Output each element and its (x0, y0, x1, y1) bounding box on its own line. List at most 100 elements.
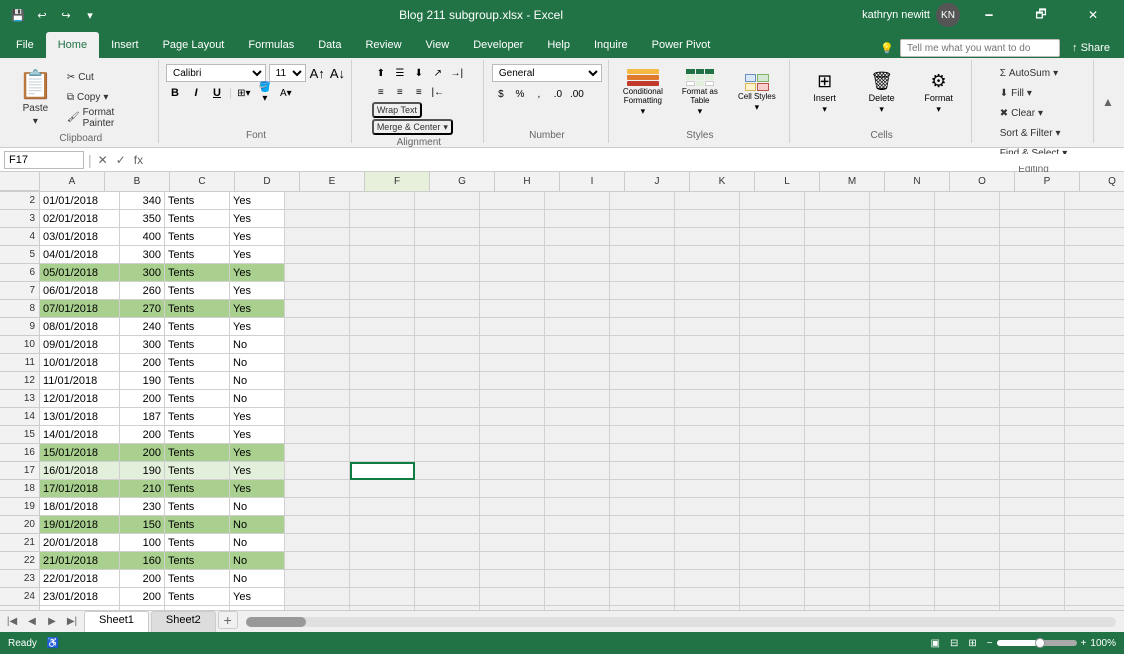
cell-f[interactable] (350, 462, 415, 480)
col-header-d[interactable]: D (235, 172, 300, 191)
format-btn[interactable]: ⚙ Format ▾ (912, 64, 966, 122)
cell-e[interactable] (285, 318, 350, 336)
cell-e[interactable] (285, 570, 350, 588)
cell-j[interactable] (610, 210, 675, 228)
cell-q[interactable] (1065, 264, 1124, 282)
close-button[interactable]: ✕ (1070, 0, 1116, 30)
col-header-e[interactable]: E (300, 172, 365, 191)
cell-j[interactable] (610, 192, 675, 210)
cell-a[interactable]: 19/01/2018 (40, 516, 120, 534)
cell-j[interactable] (610, 228, 675, 246)
cell-n[interactable] (870, 282, 935, 300)
cell-n[interactable] (870, 498, 935, 516)
cell-l[interactable] (740, 426, 805, 444)
row-number[interactable]: 2 (0, 192, 40, 210)
cell-h[interactable] (480, 192, 545, 210)
cell-o[interactable] (935, 552, 1000, 570)
cell-o[interactable] (935, 300, 1000, 318)
cell-k[interactable] (675, 264, 740, 282)
cell-i[interactable] (545, 588, 610, 606)
cell-e[interactable] (285, 588, 350, 606)
col-header-c[interactable]: C (170, 172, 235, 191)
cell-q[interactable] (1065, 462, 1124, 480)
row-number[interactable]: 22 (0, 552, 40, 570)
cell-a[interactable]: 20/01/2018 (40, 534, 120, 552)
cell-h[interactable] (480, 444, 545, 462)
cell-d[interactable]: Yes (230, 408, 285, 426)
page-break-view-btn[interactable]: ⊞ (968, 638, 976, 649)
cell-m[interactable] (805, 336, 870, 354)
row-number[interactable]: 14 (0, 408, 40, 426)
cell-m[interactable] (805, 192, 870, 210)
tab-power-pivot[interactable]: Power Pivot (640, 32, 723, 58)
cell-m[interactable] (805, 426, 870, 444)
cell-p[interactable] (1000, 462, 1065, 480)
cell-j[interactable] (610, 282, 675, 300)
conditional-formatting-btn[interactable]: Conditional Formatting ▾ (616, 64, 670, 122)
row-number[interactable]: 18 (0, 480, 40, 498)
decrease-decimal-btn[interactable]: .00 (568, 85, 586, 103)
cell-l[interactable] (740, 408, 805, 426)
cell-g[interactable] (415, 372, 480, 390)
cell-i[interactable] (545, 372, 610, 390)
cell-p[interactable] (1000, 318, 1065, 336)
col-header-o[interactable]: O (950, 172, 1015, 191)
cell-l[interactable] (740, 192, 805, 210)
row-number[interactable]: 25 (0, 606, 40, 610)
cell-h[interactable] (480, 462, 545, 480)
cell-f[interactable] (350, 426, 415, 444)
cell-b[interactable]: 300 (120, 246, 165, 264)
cell-c[interactable]: Tents (165, 444, 230, 462)
cell-l[interactable] (740, 462, 805, 480)
cell-b[interactable]: 300 (120, 336, 165, 354)
cell-a[interactable]: 13/01/2018 (40, 408, 120, 426)
tab-review[interactable]: Review (353, 32, 413, 58)
cell-j[interactable] (610, 426, 675, 444)
cell-h[interactable] (480, 282, 545, 300)
cell-o[interactable] (935, 336, 1000, 354)
cell-i[interactable] (545, 210, 610, 228)
cell-g[interactable] (415, 552, 480, 570)
cell-p[interactable] (1000, 606, 1065, 610)
cell-q[interactable] (1065, 570, 1124, 588)
col-header-p[interactable]: P (1015, 172, 1080, 191)
cell-j[interactable] (610, 498, 675, 516)
cell-k[interactable] (675, 354, 740, 372)
row-number[interactable]: 21 (0, 534, 40, 552)
cell-l[interactable] (740, 210, 805, 228)
align-center-btn[interactable]: ≡ (391, 83, 409, 101)
cell-e[interactable] (285, 210, 350, 228)
cell-h[interactable] (480, 264, 545, 282)
cell-c[interactable]: Tents (165, 588, 230, 606)
cell-q[interactable] (1065, 534, 1124, 552)
cell-j[interactable] (610, 300, 675, 318)
cell-a[interactable]: 12/01/2018 (40, 390, 120, 408)
cell-l[interactable] (740, 372, 805, 390)
row-number[interactable]: 13 (0, 390, 40, 408)
cell-c[interactable]: Tents (165, 390, 230, 408)
cell-e[interactable] (285, 480, 350, 498)
cell-o[interactable] (935, 606, 1000, 610)
confirm-formula-btn[interactable]: ✓ (114, 151, 128, 169)
cell-h[interactable] (480, 354, 545, 372)
row-number[interactable]: 12 (0, 372, 40, 390)
cell-c[interactable]: Tents (165, 498, 230, 516)
cell-n[interactable] (870, 462, 935, 480)
cell-c[interactable]: Tents (165, 534, 230, 552)
sheet-nav-prev[interactable]: ◀ (24, 614, 40, 630)
cell-f[interactable] (350, 606, 415, 610)
zoom-out-icon[interactable]: − (987, 638, 993, 649)
cell-g[interactable] (415, 534, 480, 552)
col-header-h[interactable]: H (495, 172, 560, 191)
cell-g[interactable] (415, 408, 480, 426)
cell-j[interactable] (610, 606, 675, 610)
cell-h[interactable] (480, 300, 545, 318)
cell-g[interactable] (415, 480, 480, 498)
align-top-btn[interactable]: ⬆ (372, 64, 390, 82)
cell-a[interactable]: 23/01/2018 (40, 588, 120, 606)
cell-m[interactable] (805, 462, 870, 480)
cell-b[interactable]: 270 (120, 300, 165, 318)
cell-q[interactable] (1065, 480, 1124, 498)
cell-b[interactable]: 200 (120, 588, 165, 606)
cell-n[interactable] (870, 516, 935, 534)
